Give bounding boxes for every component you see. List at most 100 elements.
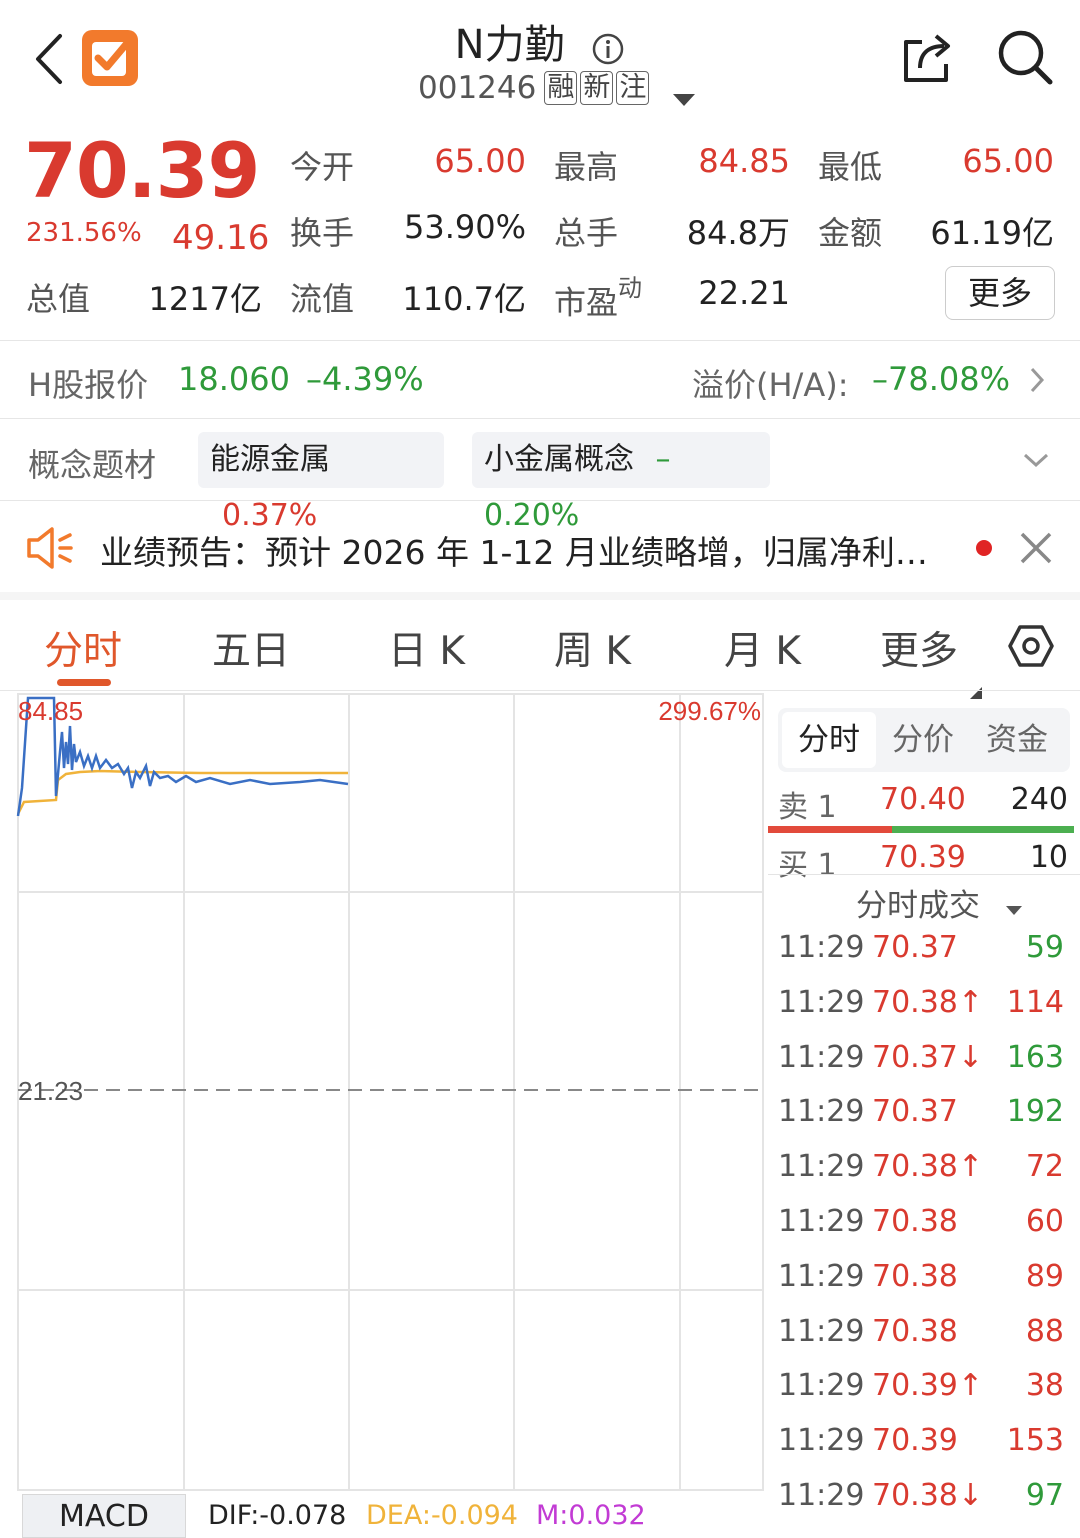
- sell-1-volume: 240: [1010, 782, 1068, 817]
- trade-row: 11:29 70.38↓ 97: [778, 1476, 1068, 1520]
- section-divider: [0, 592, 1080, 600]
- trade-price: 70.38: [872, 1313, 958, 1349]
- trade-time: 11:29: [778, 1368, 865, 1404]
- trade-row: 11:29 70.39↑ 38: [778, 1366, 1068, 1410]
- open-value: 65.00: [434, 142, 526, 180]
- trade-volume: 59: [1025, 930, 1064, 965]
- side-tab-price-distribution[interactable]: 分价: [876, 708, 970, 772]
- trade-price: 70.38↑: [872, 984, 984, 1020]
- chevron-down-icon[interactable]: [1022, 450, 1050, 470]
- side-tab-intraday[interactable]: 分时: [782, 712, 876, 768]
- h-share-price: 18.060: [178, 360, 290, 398]
- tab-more-label: 更多: [880, 629, 959, 674]
- trade-row: 11:29 70.38 89: [778, 1257, 1068, 1301]
- trade-price: 70.37↓: [872, 1039, 984, 1075]
- trade-volume: 97: [1025, 1478, 1064, 1513]
- trade-row: 11:29 70.38 60: [778, 1202, 1068, 1246]
- change-percent: 231.56%: [26, 218, 142, 248]
- macd-indicator-button[interactable]: MACD: [22, 1494, 186, 1538]
- volume-value: 84.8万: [686, 214, 790, 252]
- sell-pressure-bar: [768, 826, 892, 833]
- chart-settings-icon[interactable]: [1008, 624, 1054, 668]
- search-icon[interactable]: [996, 28, 1054, 86]
- concept-chip-energy-metals[interactable]: 能源金属 0.37%: [198, 432, 444, 533]
- chart-pct-label: 299.67%: [658, 696, 761, 726]
- buy-pressure-bar: [892, 826, 1074, 833]
- trade-row: 11:29 70.38 88: [778, 1312, 1068, 1356]
- tab-more[interactable]: 更多: [880, 620, 983, 699]
- float-cap-value: 110.7亿: [402, 280, 526, 318]
- tab-five-day[interactable]: 五日: [212, 620, 290, 676]
- trade-price: 70.38↓: [872, 1478, 984, 1513]
- trade-price: 70.39↑: [872, 1368, 984, 1404]
- change-amount: 49.16: [172, 218, 270, 258]
- pe-value: 22.21: [698, 274, 790, 312]
- stock-code-row[interactable]: 001246 融 新 注: [418, 66, 697, 110]
- tab-weekly-k[interactable]: 周 K: [554, 620, 631, 676]
- sell-1-price: 70.40: [880, 782, 966, 817]
- concept-chip-minor-metals[interactable]: 小金属概念 –0.20%: [472, 432, 770, 533]
- trade-time: 11:29: [778, 1039, 865, 1075]
- h-share-row[interactable]: H股报价 18.060 –4.39% 溢价(H/A): –78.08%: [0, 340, 1080, 418]
- tab-intraday[interactable]: 分时: [44, 620, 122, 676]
- buy-1-label: 买 1: [778, 848, 837, 883]
- side-panel-tabs: 分时 分价 资金: [778, 708, 1070, 772]
- chevron-right-icon: [1028, 366, 1046, 394]
- trade-time: 11:29: [778, 984, 865, 1020]
- trade-price: 70.38: [872, 1204, 958, 1239]
- low-label: 最低: [818, 148, 883, 186]
- more-stats-button[interactable]: 更多: [945, 266, 1055, 320]
- last-price: 70.39: [24, 126, 260, 215]
- sell-1-label: 卖 1: [778, 790, 837, 825]
- trades-title: 分时成交: [856, 888, 980, 924]
- dropdown-icon[interactable]: [671, 80, 697, 106]
- market-cap-value: 1217亿: [148, 280, 262, 318]
- info-icon[interactable]: [591, 30, 625, 65]
- trade-volume: 163: [1006, 1039, 1064, 1075]
- concepts-label: 概念题材: [28, 446, 157, 484]
- amount-value: 61.19亿: [930, 214, 1054, 252]
- share-icon[interactable]: [898, 30, 956, 86]
- trade-volume: 114: [1006, 984, 1064, 1020]
- pe-superscript: 动: [618, 274, 643, 302]
- trade-row: 11:29 70.37 59: [778, 928, 1068, 972]
- turnover-label: 换手: [290, 214, 355, 252]
- top-bar: N力勤 001246 融 新 注: [0, 0, 1080, 122]
- trade-time: 11:29: [778, 1149, 865, 1185]
- divider: [768, 874, 1080, 875]
- macd-dea: DEA:-0.094: [366, 1500, 518, 1531]
- earnings-notice[interactable]: 业绩预告：预计 2026 年 1-12 月业绩略增，归属净利…: [100, 526, 928, 574]
- chart-mid-label: 21.23: [18, 1076, 83, 1106]
- h-share-label: H股报价: [28, 366, 149, 404]
- trade-time: 11:29: [778, 1204, 865, 1239]
- turnover-value: 53.90%: [403, 208, 526, 246]
- trade-time: 11:29: [778, 1313, 865, 1349]
- chart-high-label: 84.85: [18, 696, 83, 726]
- tab-daily-k[interactable]: 日 K: [388, 620, 465, 676]
- trade-row: 11:29 70.37 192: [778, 1092, 1068, 1136]
- chart-grid: [17, 693, 764, 1491]
- trade-row: 11:29 70.38↑ 114: [778, 983, 1068, 1027]
- intraday-chart[interactable]: 84.85 299.67% 21.23: [0, 692, 765, 1538]
- trade-volume: 60: [1025, 1204, 1064, 1239]
- pe-label-text: 市盈: [554, 283, 619, 322]
- pe-label: 市盈动: [554, 274, 642, 324]
- trade-volume: 72: [1025, 1149, 1064, 1185]
- trade-volume: 153: [1006, 1423, 1064, 1459]
- high-label: 最高: [554, 148, 619, 186]
- trade-volume: 38: [1025, 1368, 1064, 1404]
- close-icon[interactable]: [1018, 530, 1054, 566]
- tag-new: 新: [580, 71, 614, 105]
- macd-dif: DIF:-0.078: [208, 1500, 347, 1531]
- trades-dropdown[interactable]: 分时成交: [856, 880, 1024, 925]
- low-value: 65.00: [962, 142, 1054, 180]
- concept-name: 小金属概念: [484, 442, 634, 477]
- trade-row: 11:29 70.38↑ 72: [778, 1147, 1068, 1191]
- volume-label: 总手: [554, 214, 619, 252]
- trade-row: 11:29 70.39 153: [778, 1421, 1068, 1465]
- tab-monthly-k[interactable]: 月 K: [724, 620, 801, 676]
- side-tab-fund-flow[interactable]: 资金: [970, 708, 1064, 772]
- divider: [0, 690, 1080, 691]
- premium-label: 溢价(H/A):: [692, 366, 849, 404]
- trade-volume: 88: [1025, 1313, 1064, 1349]
